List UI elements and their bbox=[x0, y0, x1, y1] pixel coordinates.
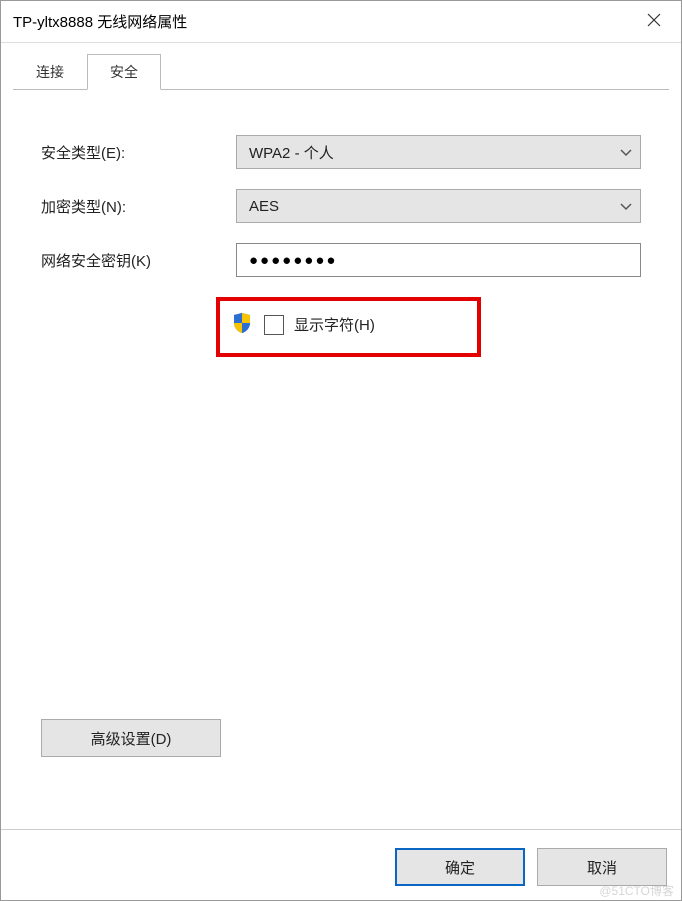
advanced-settings-button[interactable]: 高级设置(D) bbox=[41, 719, 221, 757]
network-key-label: 网络安全密钥(K) bbox=[41, 250, 236, 271]
cancel-button[interactable]: 取消 bbox=[537, 848, 667, 886]
chevron-down-icon bbox=[620, 144, 632, 161]
show-chars-label: 显示字符(H) bbox=[294, 314, 375, 335]
tab-security[interactable]: 安全 bbox=[87, 54, 161, 90]
security-type-row: 安全类型(E): WPA2 - 个人 bbox=[41, 135, 641, 169]
dialog-footer: 确定 取消 bbox=[1, 829, 681, 900]
tab-connect-label: 连接 bbox=[36, 64, 64, 80]
advanced-settings-label: 高级设置(D) bbox=[91, 731, 172, 748]
content-area: 连接 安全 安全类型(E): WPA2 - 个人 加密类型(N): AES bbox=[1, 43, 681, 829]
tab-connect[interactable]: 连接 bbox=[13, 54, 87, 90]
ok-button[interactable]: 确定 bbox=[395, 848, 525, 886]
close-icon bbox=[647, 11, 661, 32]
tab-strip: 连接 安全 bbox=[13, 53, 669, 90]
encryption-type-value: AES bbox=[249, 198, 279, 215]
ok-label: 确定 bbox=[445, 860, 475, 877]
window-title: TP-yltx8888 无线网络属性 bbox=[13, 11, 187, 32]
network-key-row: 网络安全密钥(K) ●●●●●●●● bbox=[41, 243, 641, 277]
spacer bbox=[41, 357, 641, 719]
security-panel: 安全类型(E): WPA2 - 个人 加密类型(N): AES bbox=[13, 90, 669, 817]
show-chars-checkbox[interactable] bbox=[264, 315, 284, 335]
encryption-type-dropdown[interactable]: AES bbox=[236, 189, 641, 223]
shield-icon bbox=[230, 311, 254, 338]
dialog-window: TP-yltx8888 无线网络属性 连接 安全 安全类型(E): WPA2 -… bbox=[0, 0, 682, 901]
security-type-value: WPA2 - 个人 bbox=[249, 142, 334, 163]
close-button[interactable] bbox=[626, 1, 681, 43]
watermark-text: @51CTO博客 bbox=[599, 882, 674, 899]
security-type-label: 安全类型(E): bbox=[41, 142, 236, 163]
network-key-value: ●●●●●●●● bbox=[249, 252, 337, 269]
encryption-type-row: 加密类型(N): AES bbox=[41, 189, 641, 223]
show-chars-highlight: 显示字符(H) bbox=[216, 297, 481, 357]
security-type-dropdown[interactable]: WPA2 - 个人 bbox=[236, 135, 641, 169]
network-key-input[interactable]: ●●●●●●●● bbox=[236, 243, 641, 277]
cancel-label: 取消 bbox=[587, 860, 617, 877]
tab-security-label: 安全 bbox=[110, 64, 138, 80]
titlebar: TP-yltx8888 无线网络属性 bbox=[1, 1, 681, 43]
encryption-type-label: 加密类型(N): bbox=[41, 196, 236, 217]
chevron-down-icon bbox=[620, 198, 632, 215]
